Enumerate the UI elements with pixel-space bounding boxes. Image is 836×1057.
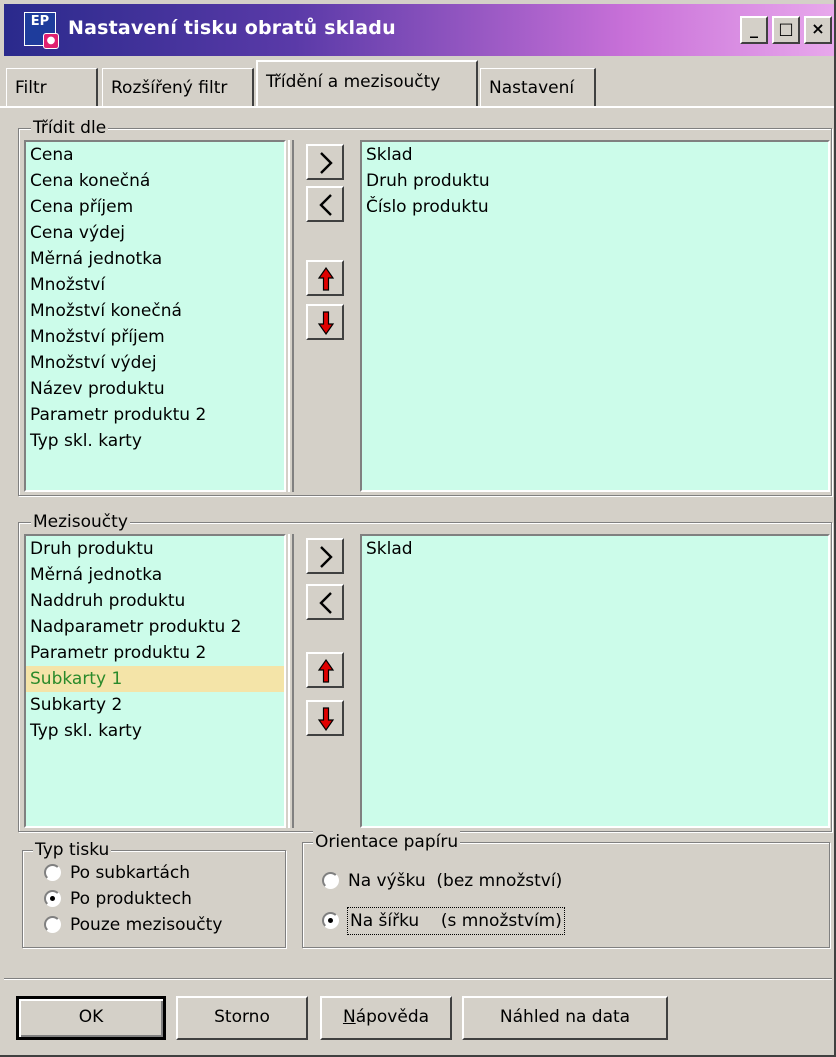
cancel-button[interactable]: Storno xyxy=(176,996,308,1040)
list-item[interactable]: Množství xyxy=(26,272,284,298)
arrow-down-icon xyxy=(317,707,335,732)
list-item[interactable]: Typ skl. karty xyxy=(26,428,284,454)
list-item[interactable]: Nadparametr produktu 2 xyxy=(26,614,284,640)
radio-unchecked-icon xyxy=(44,864,61,881)
subtotals-group-label: Mezisoučty xyxy=(31,511,130,533)
sort-selected-list[interactable]: Sklad Druh produktu Číslo produktu xyxy=(360,140,830,492)
print-type-option-subkarty[interactable]: Po subkartách xyxy=(44,860,280,886)
maximize-button[interactable]: □ xyxy=(772,16,800,44)
list-item[interactable]: Množství příjem xyxy=(26,324,284,350)
subtotals-add-button[interactable] xyxy=(306,538,344,574)
radio-checked-icon xyxy=(44,890,61,907)
chevron-right-icon xyxy=(320,546,333,568)
help-button-label: ápověda xyxy=(355,1007,430,1027)
radio-unchecked-icon xyxy=(44,916,61,933)
arrow-down-icon xyxy=(317,311,335,336)
app-icon: EP ● xyxy=(24,12,59,49)
print-type-label: Typ tisku xyxy=(33,839,112,861)
subtotals-move-up-button[interactable] xyxy=(306,652,344,688)
sort-group-label: Třídit dle xyxy=(31,117,109,139)
subtotals-move-down-button[interactable] xyxy=(306,700,344,736)
list-item[interactable]: Cena výdej xyxy=(26,220,284,246)
tab-panel-border xyxy=(0,106,834,108)
radio-unchecked-icon xyxy=(322,872,339,889)
tab-trideni-a-mezisoucty[interactable]: Třídění a mezisoučty xyxy=(256,60,478,106)
list-item[interactable]: Sklad xyxy=(362,142,828,168)
list-item[interactable]: Měrná jednotka xyxy=(26,246,284,272)
subtotals-selected-list[interactable]: Sklad xyxy=(360,534,830,828)
subtotals-splitter[interactable] xyxy=(288,534,294,828)
sort-remove-button[interactable] xyxy=(306,186,344,222)
close-button[interactable]: × xyxy=(804,16,832,44)
help-button-accelerator: N xyxy=(342,1007,356,1027)
orientation-option-portrait[interactable]: Na výšku (bez množství) xyxy=(322,868,622,894)
footer-divider xyxy=(4,978,832,980)
window-title: Nastavení tisku obratů skladu xyxy=(68,17,396,39)
chevron-left-icon xyxy=(319,194,332,216)
ok-button[interactable]: OK xyxy=(16,996,166,1040)
list-item[interactable]: Typ skl. karty xyxy=(26,718,284,744)
help-button[interactable]: Nápověda xyxy=(320,996,452,1040)
subtotals-available-list[interactable]: Druh produktu Měrná jednotka Naddruh produ… xyxy=(24,534,286,828)
title-bar[interactable]: EP ● Nastavení tisku obratů skladu _ □ × xyxy=(4,4,834,56)
sort-move-up-button[interactable] xyxy=(306,260,344,296)
sort-available-list[interactable]: Cena Cena konečná Cena příjem Cena výdej Měr… xyxy=(24,140,286,492)
list-item[interactable]: Cena konečná xyxy=(26,168,284,194)
tab-nastaveni[interactable]: Nastavení xyxy=(480,68,596,106)
print-type-option-produkty[interactable]: Po produktech xyxy=(44,886,280,912)
radio-checked-icon xyxy=(322,912,339,929)
list-item[interactable]: Druh produktu xyxy=(26,536,284,562)
orientation-label: Orientace papíru xyxy=(313,831,461,853)
orientation-option-landscape[interactable]: Na šířku (s množstvím) xyxy=(322,907,622,935)
tab-rozsireny-filtr[interactable]: Rozšířený filtr xyxy=(102,68,254,106)
dialog-window: EP ● Nastavení tisku obratů skladu _ □ ×… xyxy=(0,0,836,1057)
app-icon-badge: ● xyxy=(43,33,59,49)
list-item[interactable]: Sklad xyxy=(362,536,828,562)
chevron-right-icon xyxy=(320,152,333,174)
list-item[interactable]: Subkarty 1 xyxy=(26,666,284,692)
chevron-left-icon xyxy=(319,592,332,614)
list-item[interactable]: Číslo produktu xyxy=(362,194,828,220)
sort-splitter[interactable] xyxy=(288,140,294,492)
list-item[interactable]: Množství výdej xyxy=(26,350,284,376)
tab-filtr[interactable]: Filtr xyxy=(6,68,98,106)
list-item[interactable]: Parametr produktu 2 xyxy=(26,640,284,666)
preview-button[interactable]: Náhled na data xyxy=(462,996,668,1040)
list-item[interactable]: Cena xyxy=(26,142,284,168)
list-item[interactable]: Naddruh produktu xyxy=(26,588,284,614)
arrow-up-icon xyxy=(317,658,335,683)
print-type-option-mezisoucty[interactable]: Pouze mezisoučty xyxy=(44,912,280,938)
list-item[interactable]: Cena příjem xyxy=(26,194,284,220)
list-item[interactable]: Množství konečná xyxy=(26,298,284,324)
list-item[interactable]: Název produktu xyxy=(26,376,284,402)
list-item[interactable]: Měrná jednotka xyxy=(26,562,284,588)
sort-add-button[interactable] xyxy=(306,144,344,180)
list-item[interactable]: Subkarty 2 xyxy=(26,692,284,718)
list-item[interactable]: Druh produktu xyxy=(362,168,828,194)
subtotals-remove-button[interactable] xyxy=(306,584,344,620)
minimize-button[interactable]: _ xyxy=(740,16,768,44)
list-item[interactable]: Parametr produktu 2 xyxy=(26,402,284,428)
arrow-up-icon xyxy=(317,266,335,291)
sort-move-down-button[interactable] xyxy=(306,304,344,340)
tab-strip: Filtr Rozšířený filtr Třídění a mezisouč… xyxy=(0,56,834,106)
